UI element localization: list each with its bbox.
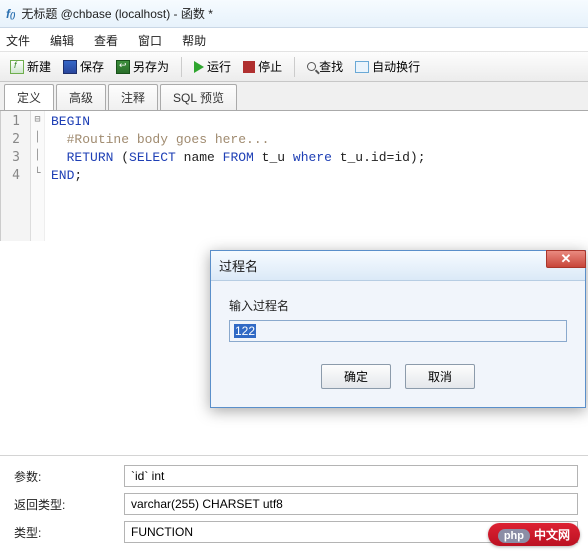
kw-end: END — [51, 168, 74, 183]
cancel-button[interactable]: 取消 — [405, 364, 475, 389]
find-button[interactable]: 查找 — [303, 56, 347, 77]
wrap-icon — [355, 61, 369, 73]
tab-sql[interactable]: SQL 预览 — [160, 84, 237, 110]
type-label: 类型: — [14, 524, 124, 541]
params-value: `id` int — [131, 469, 164, 483]
run-label: 运行 — [207, 58, 231, 75]
kw-begin: BEGIN — [51, 114, 90, 129]
new-label: 新建 — [27, 58, 51, 75]
menu-window[interactable]: 窗口 — [138, 32, 162, 49]
saveas-icon — [116, 60, 130, 74]
line-gutter: 1234 — [1, 111, 31, 241]
menubar: 文件 编辑 查看 窗口 帮助 — [0, 28, 588, 52]
fold-gutter[interactable]: ⊟││└ — [31, 111, 45, 241]
stop-icon — [243, 61, 255, 73]
params-label: 参数: — [14, 468, 124, 485]
dialog-label: 输入过程名 — [229, 297, 567, 314]
save-label: 保存 — [80, 58, 104, 75]
toolbar-separator — [181, 57, 182, 77]
procedure-name-value: 122 — [234, 324, 256, 338]
kw-select: SELECT — [129, 150, 176, 165]
search-icon — [307, 62, 316, 71]
dialog-titlebar[interactable]: 过程名 ✕ — [211, 251, 585, 281]
save-icon — [63, 60, 77, 74]
toolbar: 新建 保存 另存为 运行 停止 查找 自动换行 — [0, 52, 588, 82]
menu-file[interactable]: 文件 — [6, 32, 30, 49]
rettype-label: 返回类型: — [14, 496, 124, 513]
kw-return: RETURN — [67, 150, 114, 165]
tab-comment[interactable]: 注释 — [108, 84, 158, 110]
menu-help[interactable]: 帮助 — [182, 32, 206, 49]
params-row: 参数: `id` int — [14, 462, 578, 490]
window-title: 无标题 @chbase (localhost) - 函数 * — [21, 5, 213, 22]
stop-label: 停止 — [258, 58, 282, 75]
menu-edit[interactable]: 编辑 — [50, 32, 74, 49]
find-label: 查找 — [319, 58, 343, 75]
code-body[interactable]: BEGIN #Routine body goes here... RETURN … — [45, 111, 588, 241]
dialog-close-button[interactable]: ✕ — [546, 250, 586, 268]
wrap-label: 自动换行 — [372, 58, 420, 75]
code-comment: #Routine body goes here... — [67, 132, 270, 147]
toolbar-separator-2 — [294, 57, 295, 77]
params-input[interactable]: `id` int — [124, 465, 578, 487]
rettype-row: 返回类型: varchar(255) CHARSET utf8 — [14, 490, 578, 518]
ok-button[interactable]: 确定 — [321, 364, 391, 389]
code-semi: ; — [418, 150, 426, 165]
procedure-name-input[interactable]: 122 — [229, 320, 567, 342]
stop-button[interactable]: 停止 — [239, 56, 286, 77]
dialog-body: 输入过程名 122 确定 取消 — [211, 281, 585, 407]
tab-advanced[interactable]: 高级 — [56, 84, 106, 110]
site-label: 中文网 — [534, 528, 570, 542]
close-icon: ✕ — [561, 251, 572, 267]
menu-view[interactable]: 查看 — [94, 32, 118, 49]
procedure-name-dialog: 过程名 ✕ 输入过程名 122 确定 取消 — [210, 250, 586, 408]
kw-where: where — [293, 150, 332, 165]
app-icon: f() — [6, 7, 15, 21]
kw-from: FROM — [223, 150, 254, 165]
type-value: FUNCTION — [131, 525, 193, 539]
wrap-button[interactable]: 自动换行 — [351, 56, 424, 77]
rettype-input[interactable]: varchar(255) CHARSET utf8 — [124, 493, 578, 515]
php-badge: php — [498, 529, 530, 543]
bottom-panel: 参数: `id` int 返回类型: varchar(255) CHARSET … — [0, 455, 588, 558]
run-button[interactable]: 运行 — [190, 56, 235, 77]
new-icon — [10, 60, 24, 74]
new-button[interactable]: 新建 — [6, 56, 55, 77]
save-button[interactable]: 保存 — [59, 56, 108, 77]
saveas-button[interactable]: 另存为 — [112, 56, 173, 77]
code-semi-2: ; — [74, 168, 82, 183]
saveas-label: 另存为 — [133, 58, 169, 75]
tab-strip: 定义 高级 注释 SQL 预览 — [0, 82, 588, 111]
site-badge: php 中文网 — [488, 523, 580, 546]
tab-define[interactable]: 定义 — [4, 84, 54, 110]
dialog-buttons: 确定 取消 — [229, 364, 567, 389]
code-editor[interactable]: 1234 ⊟││└ BEGIN #Routine body goes here.… — [0, 111, 588, 241]
dialog-title: 过程名 — [219, 256, 258, 275]
play-icon — [194, 61, 204, 73]
rettype-value: varchar(255) CHARSET utf8 — [131, 497, 283, 511]
window-titlebar: f() 无标题 @chbase (localhost) - 函数 * — [0, 0, 588, 28]
